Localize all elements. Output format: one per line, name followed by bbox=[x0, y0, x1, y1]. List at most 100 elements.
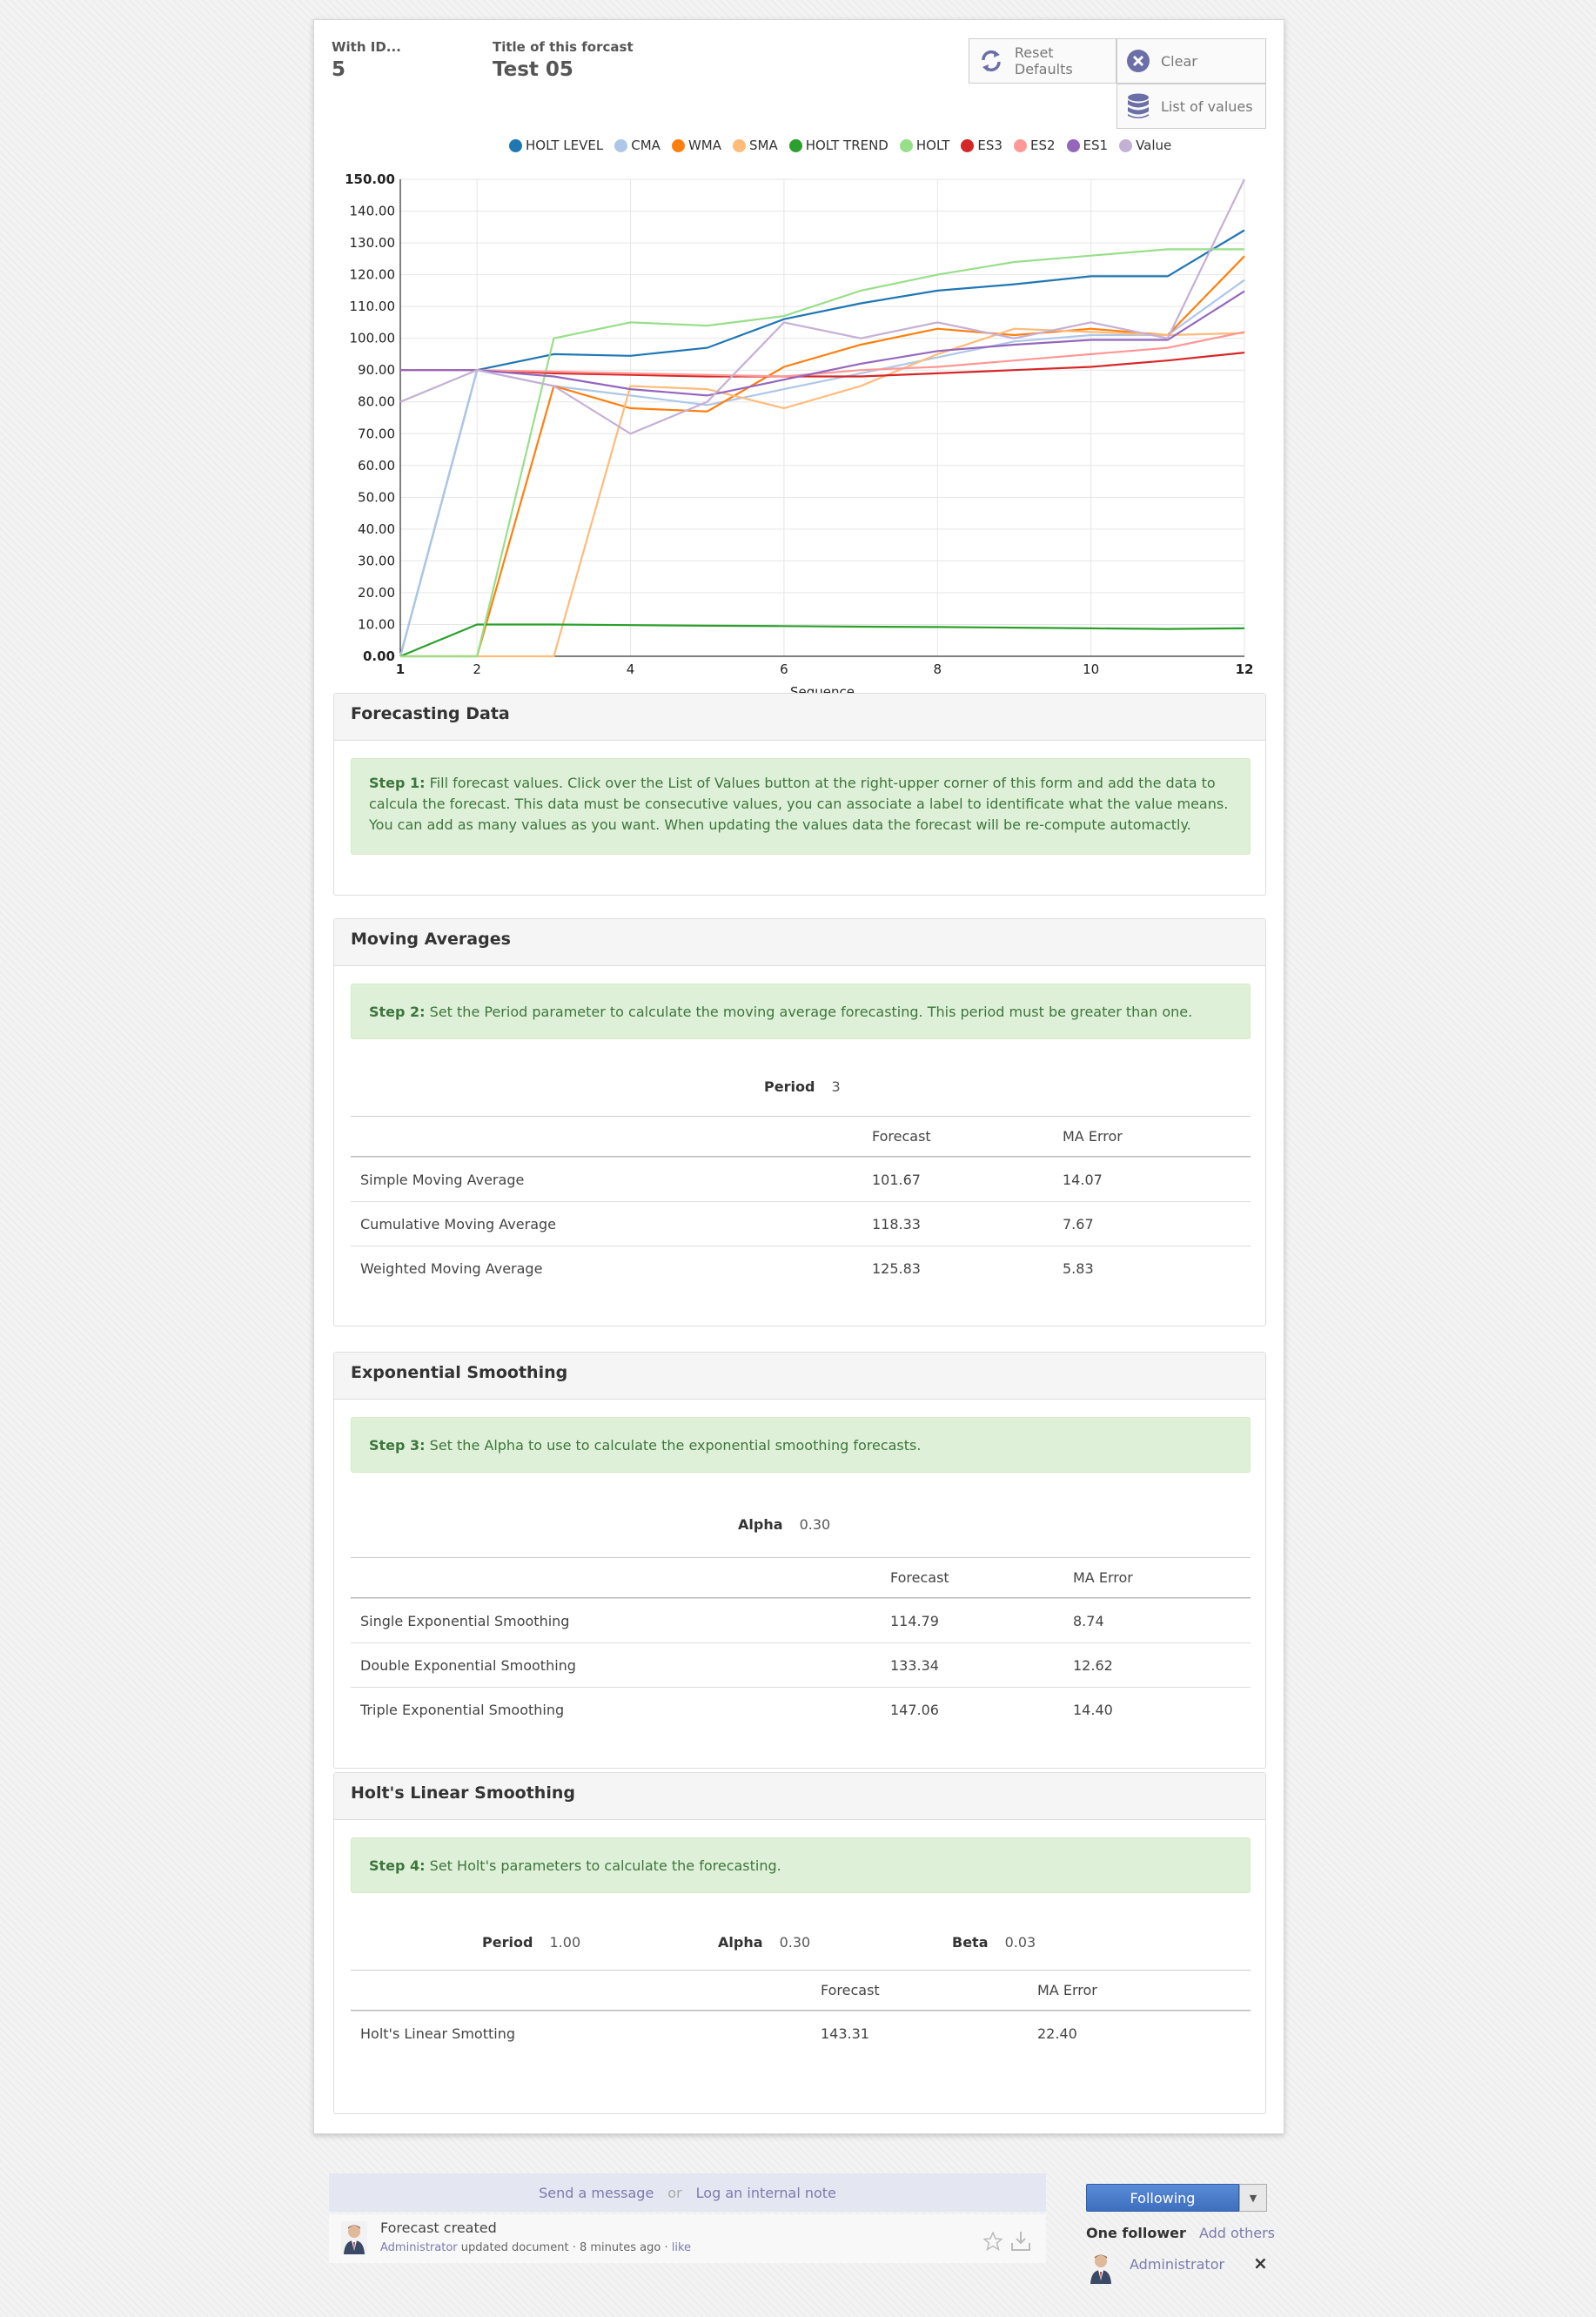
step2-label: Step 2: bbox=[369, 1004, 426, 1020]
holt-alpha-input[interactable]: 0.30 bbox=[780, 1934, 811, 1951]
caret-down-icon: ▼ bbox=[1249, 2192, 1257, 2204]
log-note-link[interactable]: Log an internal note bbox=[696, 2185, 836, 2201]
legend-item[interactable]: Value bbox=[1119, 138, 1171, 153]
title-label: Title of this forcast bbox=[493, 39, 634, 55]
legend-item[interactable]: WMA bbox=[671, 138, 721, 153]
legend-swatch bbox=[614, 138, 628, 152]
legend-item[interactable]: HOLT bbox=[899, 138, 950, 153]
database-icon bbox=[1128, 93, 1149, 118]
holt-beta-input[interactable]: 0.03 bbox=[1005, 1934, 1036, 1951]
x-tick-label: 8 bbox=[933, 662, 942, 677]
reset-defaults-label: Reset Defaults bbox=[1014, 44, 1073, 77]
legend-item[interactable]: ES3 bbox=[961, 138, 1003, 153]
follower-name-link[interactable]: Administrator bbox=[1130, 2256, 1224, 2273]
send-message-link[interactable]: Send a message bbox=[539, 2185, 654, 2201]
legend-item[interactable]: HOLT LEVEL bbox=[509, 138, 603, 153]
follower-avatar bbox=[1088, 2251, 1114, 2284]
x-tick-label: 4 bbox=[627, 662, 635, 677]
form-sheet: With ID... 5 Title of this forcast Test … bbox=[313, 19, 1284, 2134]
legend-label: ES1 bbox=[1083, 138, 1109, 153]
moving-averages-table: Forecast MA Error Simple Moving Average … bbox=[351, 1116, 1251, 1290]
y-tick-label: 40.00 bbox=[358, 521, 395, 537]
avatar bbox=[341, 2221, 367, 2254]
legend-label: WMA bbox=[687, 138, 721, 153]
col-ma-error: MA Error bbox=[1063, 1128, 1123, 1145]
clear-button[interactable]: Clear bbox=[1117, 38, 1266, 84]
legend-item[interactable]: ES2 bbox=[1013, 138, 1056, 153]
table-row: Simple Moving Average 101.67 14.07 bbox=[351, 1157, 1251, 1201]
following-dropdown-toggle[interactable]: ▼ bbox=[1239, 2184, 1267, 2212]
exponential-smoothing-table: Forecast MA Error Single Exponential Smo… bbox=[351, 1557, 1251, 1731]
x-tick-label: 1 bbox=[396, 662, 405, 677]
legend-swatch bbox=[899, 138, 913, 152]
message-action: updated document bbox=[460, 2241, 569, 2254]
like-link[interactable]: like bbox=[672, 2241, 691, 2254]
row-forecast: 143.31 bbox=[821, 2025, 869, 2042]
row-error: 22.40 bbox=[1037, 2025, 1077, 2042]
table-row: Triple Exponential Smoothing 147.06 14.4… bbox=[351, 1687, 1251, 1731]
followers-count: One follower bbox=[1086, 2225, 1186, 2241]
or-separator: or bbox=[667, 2184, 682, 2201]
holt-period-input[interactable]: 1.00 bbox=[550, 1934, 581, 1951]
holt-alpha-label: Alpha bbox=[718, 1934, 763, 1951]
y-tick-label: 90.00 bbox=[358, 362, 395, 378]
reset-defaults-button[interactable]: Reset Defaults bbox=[969, 38, 1117, 84]
add-others-link[interactable]: Add others bbox=[1199, 2225, 1275, 2241]
holt-beta-param: Beta 0.03 bbox=[952, 1934, 1036, 1951]
list-of-values-button[interactable]: List of values bbox=[1117, 84, 1266, 129]
legend-label: CMA bbox=[631, 138, 661, 153]
clear-label: Clear bbox=[1161, 52, 1197, 70]
step1-alert: Step 1: Fill forecast values. Click over… bbox=[351, 758, 1251, 855]
following-button[interactable]: Following bbox=[1086, 2184, 1239, 2212]
step4-alert: Step 4: Set Holt's parameters to calcula… bbox=[351, 1837, 1251, 1893]
row-error: 7.67 bbox=[1063, 1215, 1094, 1232]
alpha-input[interactable]: 0.30 bbox=[800, 1516, 831, 1533]
row-forecast: 101.67 bbox=[872, 1171, 921, 1188]
x-tick-label: 2 bbox=[473, 662, 481, 677]
legend-swatch bbox=[961, 138, 975, 152]
download-icon[interactable] bbox=[1009, 2230, 1032, 2253]
table-row: Single Exponential Smoothing 114.79 8.74 bbox=[351, 1598, 1251, 1642]
row-name: Holt's Linear Smotting bbox=[360, 2025, 515, 2042]
star-icon[interactable] bbox=[983, 2232, 1003, 2251]
y-tick-label: 130.00 bbox=[350, 235, 396, 251]
table-header: Forecast MA Error bbox=[351, 1970, 1251, 2011]
y-tick-label: 80.00 bbox=[358, 394, 395, 410]
exponential-smoothing-title: Exponential Smoothing bbox=[334, 1353, 1265, 1400]
close-circle-icon bbox=[1127, 50, 1150, 72]
refresh-icon bbox=[982, 50, 1001, 72]
step2-alert: Step 2: Set the Period parameter to calc… bbox=[351, 984, 1251, 1039]
legend-swatch bbox=[732, 138, 746, 152]
holt-table: Forecast MA Error Holt's Linear Smotting… bbox=[351, 1970, 1251, 2055]
step1-label: Step 1: bbox=[369, 775, 426, 791]
table-row: Cumulative Moving Average 118.33 7.67 bbox=[351, 1201, 1251, 1246]
forecasting-data-title: Forecasting Data bbox=[334, 694, 1265, 741]
step3-label: Step 3: bbox=[369, 1437, 426, 1454]
legend-item[interactable]: ES1 bbox=[1066, 138, 1109, 153]
row-name: Double Exponential Smoothing bbox=[360, 1656, 576, 1674]
row-error: 14.40 bbox=[1073, 1701, 1113, 1718]
x-tick-label: 12 bbox=[1236, 662, 1254, 677]
legend-item[interactable]: CMA bbox=[614, 138, 661, 153]
col-ma-error: MA Error bbox=[1037, 1982, 1097, 1998]
x-tick-label: 6 bbox=[780, 662, 788, 677]
message-author-link[interactable]: Administrator bbox=[380, 2241, 458, 2254]
step3-alert: Step 3: Set the Alpha to use to calculat… bbox=[351, 1417, 1251, 1473]
legend-swatch bbox=[1119, 138, 1133, 152]
remove-follower-icon[interactable]: × bbox=[1253, 2253, 1268, 2273]
table-row: Weighted Moving Average 125.83 5.83 bbox=[351, 1246, 1251, 1290]
legend-swatch bbox=[671, 138, 685, 152]
legend-item[interactable]: HOLT TREND bbox=[788, 138, 889, 153]
row-name: Single Exponential Smoothing bbox=[360, 1612, 570, 1629]
period-input[interactable]: 3 bbox=[832, 1078, 841, 1095]
chatter-message: Forecast created Administrator updated d… bbox=[329, 2214, 1046, 2263]
chatter-compose-bar: Send a message or Log an internal note bbox=[329, 2173, 1046, 2212]
row-name: Simple Moving Average bbox=[360, 1171, 525, 1188]
list-of-values-label: List of values bbox=[1161, 97, 1253, 115]
legend-item[interactable]: SMA bbox=[732, 138, 778, 153]
y-tick-label: 150.00 bbox=[345, 171, 395, 187]
table-header: Forecast MA Error bbox=[351, 1116, 1251, 1157]
legend-label: SMA bbox=[748, 138, 778, 153]
legend-label: HOLT bbox=[915, 138, 950, 153]
col-forecast: Forecast bbox=[890, 1569, 949, 1586]
